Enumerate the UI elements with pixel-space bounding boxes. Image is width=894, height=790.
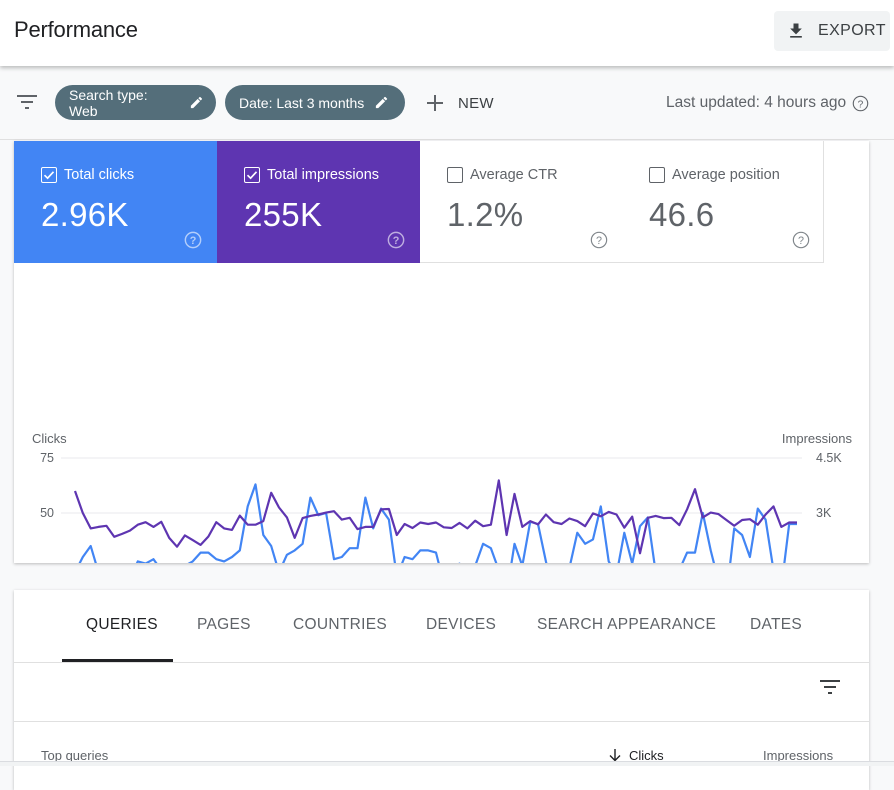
metric-value: 1.2% (447, 196, 524, 233)
right-tick-label: 1.5K (816, 561, 842, 563)
metric-label: Total impressions (267, 167, 380, 183)
tab-queries[interactable]: QUERIES (86, 616, 158, 662)
divider (14, 721, 869, 722)
check-icon (43, 171, 55, 180)
plus-icon (427, 95, 443, 111)
last-updated-text: Last updated: 4 hours ago (666, 94, 847, 111)
tab-search-appearance[interactable]: SEARCH APPEARANCE (537, 616, 716, 662)
performance-card: Total clicks 2.96K ? Total impressions 2… (14, 141, 869, 563)
app-header: Performance EXPORT (0, 0, 894, 66)
tab-dates[interactable]: DATES (750, 616, 802, 662)
download-icon (790, 23, 802, 38)
checkbox-unchecked[interactable] (649, 167, 665, 183)
series-line-impressions (73, 479, 797, 555)
checkbox-unchecked[interactable] (447, 167, 463, 183)
tab-devices[interactable]: DEVICES (426, 616, 496, 662)
checkbox-checked[interactable] (244, 167, 260, 183)
metric-total-impressions[interactable]: Total impressions 255K ? (217, 141, 420, 263)
export-label: EXPORT (818, 22, 886, 39)
metric-total-clicks[interactable]: Total clicks 2.96K ? (14, 141, 217, 263)
last-updated: Last updated: 4 hours ago ? (666, 94, 869, 112)
new-filter-button[interactable]: NEW (426, 88, 494, 118)
chip-label: Date: Last 3 months (239, 94, 365, 111)
table-filter-icon[interactable] (820, 679, 842, 695)
right-tick-label: 4.5K (816, 451, 842, 465)
metric-value: 255K (244, 196, 323, 233)
right-axis-label: Impressions (782, 431, 853, 446)
filter-chip-search-type[interactable]: Search type: Web (55, 85, 216, 120)
help-icon[interactable]: ? (184, 231, 202, 249)
filter-icon[interactable] (17, 94, 39, 110)
left-tick-label: 25 (40, 561, 54, 563)
metric-value: 46.6 (649, 196, 715, 233)
help-icon[interactable]: ? (792, 231, 810, 249)
page-title: Performance (14, 17, 138, 42)
help-icon[interactable]: ? (852, 95, 869, 112)
metric-average-position[interactable]: Average position 46.6 ? (622, 141, 824, 263)
svg-text:?: ? (393, 235, 400, 247)
metric-value: 2.96K (41, 196, 129, 233)
left-tick-label: 50 (40, 506, 54, 520)
metric-label: Average CTR (470, 167, 558, 183)
chip-label: Search type: Web (69, 86, 148, 119)
filter-chip-date[interactable]: Date: Last 3 months (225, 85, 405, 120)
tab-pages[interactable]: PAGES (197, 616, 251, 662)
horizontal-scrollbar[interactable] (0, 761, 894, 766)
export-button[interactable]: EXPORT (774, 11, 890, 51)
divider (14, 662, 869, 663)
help-icon[interactable]: ? (387, 231, 405, 249)
metric-average-ctr[interactable]: Average CTR 1.2% ? (420, 141, 623, 263)
svg-text:?: ? (858, 99, 864, 110)
left-tick-label: 75 (40, 451, 54, 465)
svg-text:?: ? (798, 235, 804, 247)
help-icon[interactable]: ? (590, 231, 608, 249)
edit-pencil-icon[interactable] (374, 95, 389, 110)
new-filter-label: NEW (458, 94, 494, 112)
filter-bar: Search type: Web Date: Last 3 months NEW… (0, 66, 894, 140)
edit-pencil-icon[interactable] (189, 95, 204, 110)
tab-countries[interactable]: COUNTRIES (293, 616, 387, 662)
checkbox-checked[interactable] (41, 167, 57, 183)
dimensions-card: QUERIES PAGES COUNTRIES DEVICES SEARCH A… (14, 590, 869, 790)
performance-chart[interactable]: Clicks Impressions 0255075 01.5K3K4.5K 6… (14, 282, 869, 563)
svg-text:?: ? (190, 235, 197, 247)
svg-text:?: ? (596, 235, 602, 247)
metric-label: Average position (672, 167, 780, 183)
metric-label: Total clicks (64, 167, 135, 183)
right-tick-label: 3K (816, 506, 832, 520)
check-icon (246, 171, 258, 180)
left-axis-label: Clicks (32, 431, 67, 446)
